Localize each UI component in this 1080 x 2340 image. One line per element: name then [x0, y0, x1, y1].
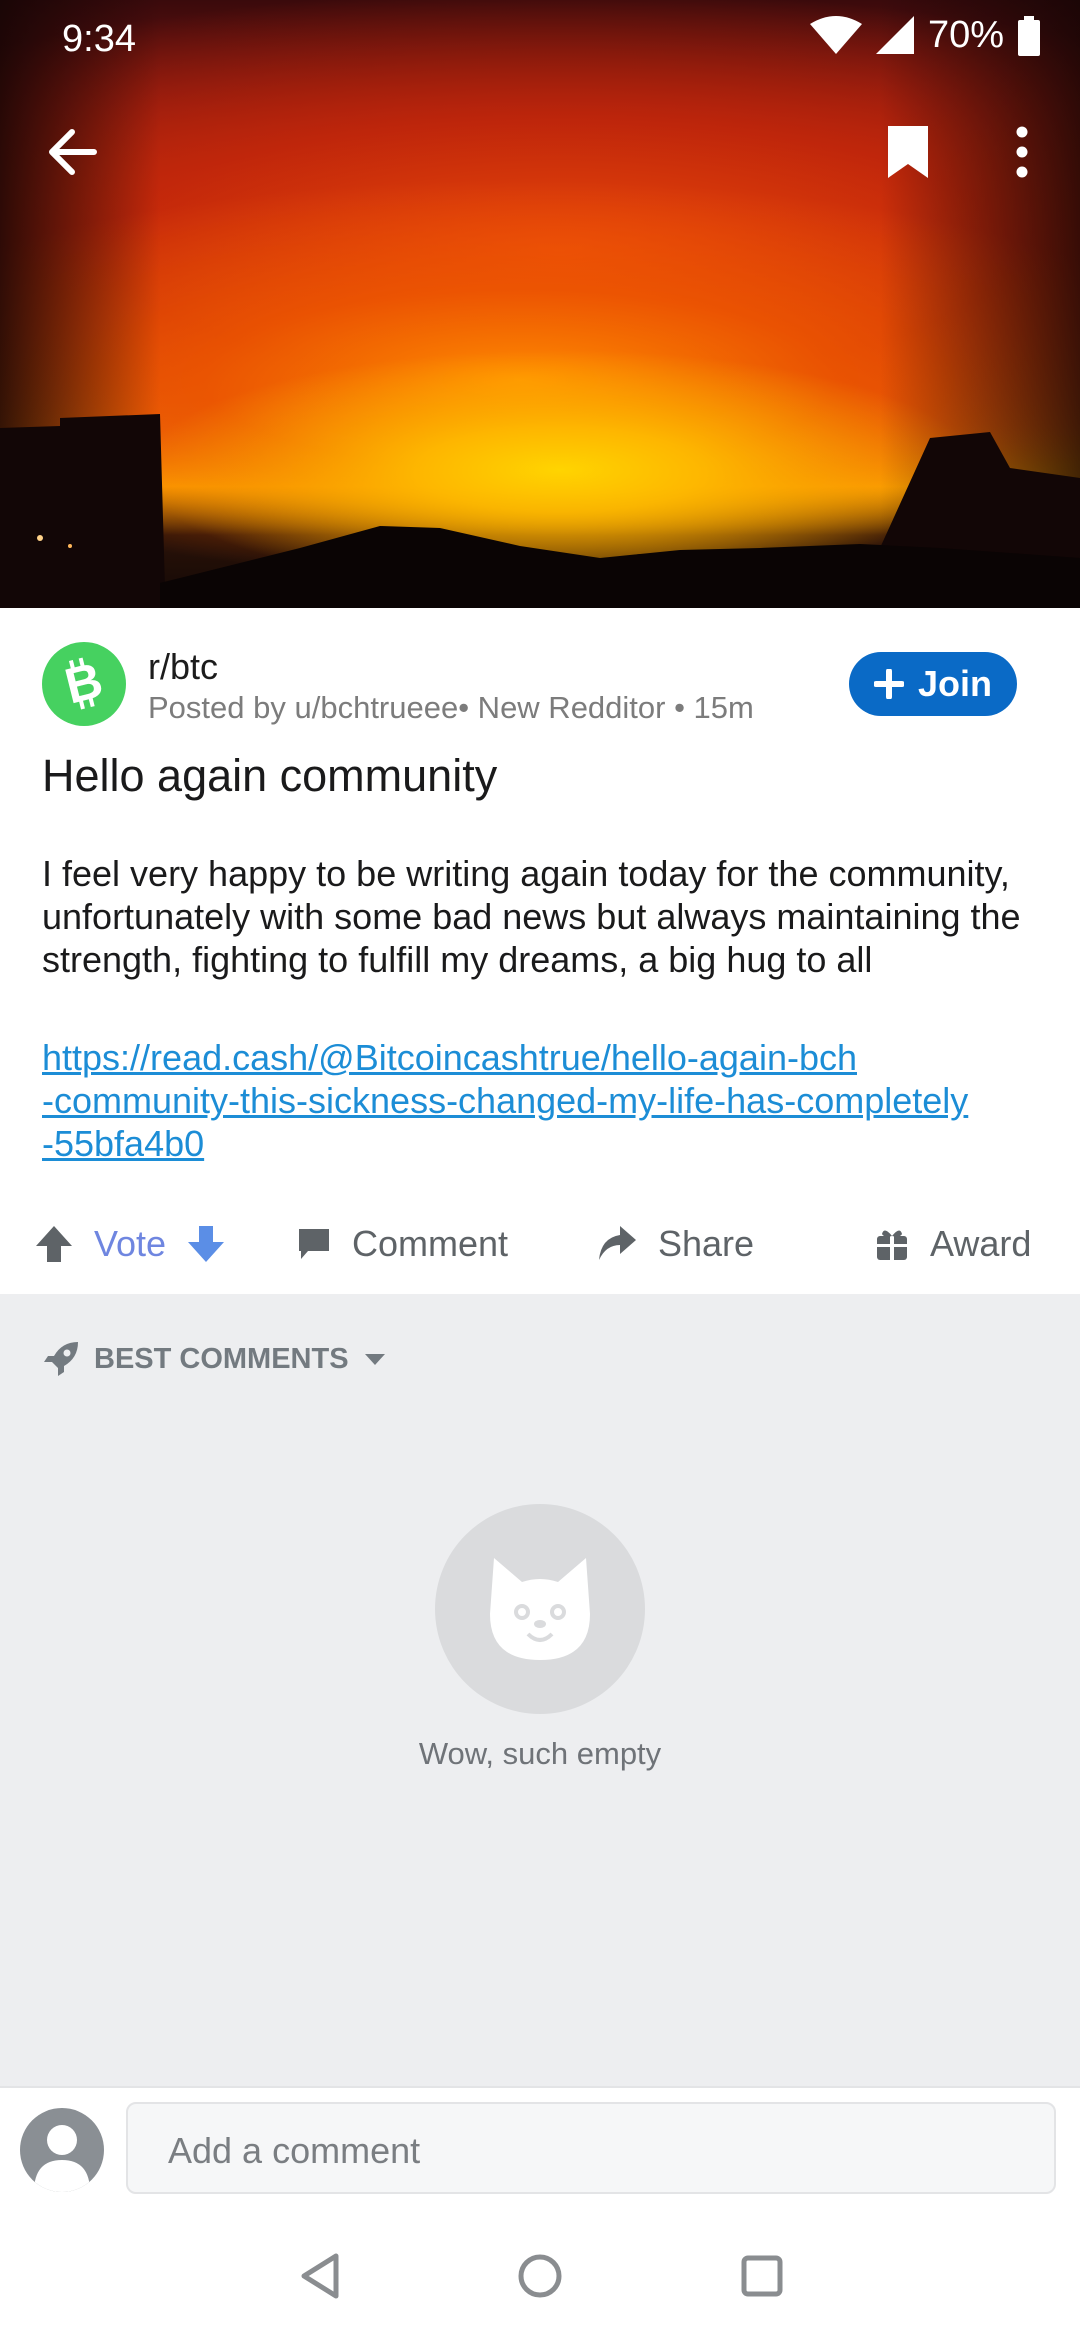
- post-body: I feel very happy to be writing again to…: [42, 853, 1021, 980]
- comments-section: BEST COMMENTS Wow, such empty: [0, 1294, 1080, 2086]
- join-button[interactable]: Join: [849, 652, 1017, 716]
- empty-state-text: Wow, such empty: [418, 1736, 662, 1771]
- cat-face-icon: [490, 1558, 590, 1660]
- comment-sort-label: BEST COMMENTS: [94, 1342, 349, 1375]
- award-label: Award: [930, 1223, 1032, 1264]
- share-label: Share: [658, 1223, 755, 1264]
- wifi-icon: [809, 15, 862, 54]
- comment-label: Comment: [352, 1223, 509, 1264]
- post-link-line[interactable]: -55bfa4b0: [42, 1122, 1052, 1165]
- share-icon: [599, 1226, 636, 1260]
- bitcoin-logo-icon: B: [59, 654, 108, 714]
- nav-back-button[interactable]: [280, 2236, 360, 2316]
- bookmark-icon: [888, 126, 928, 178]
- award-button[interactable]: Award: [874, 1196, 1031, 1292]
- more-options-button[interactable]: [982, 112, 1062, 192]
- user-silhouette-icon: [34, 2125, 90, 2192]
- system-nav-bar: [0, 2212, 1080, 2340]
- post-meta: Posted by u/bchtrueee• New Redditor • 15…: [148, 690, 754, 725]
- post-link[interactable]: https://read.cash/@Bitcoincashtrue/hello…: [42, 1036, 1052, 1165]
- nav-home-button[interactable]: [500, 2236, 580, 2316]
- vote-label: Vote: [94, 1223, 167, 1264]
- plus-icon: [873, 669, 904, 699]
- post-banner-image: [0, 0, 1080, 608]
- nav-back-icon: [301, 2253, 339, 2299]
- back-button[interactable]: [32, 112, 112, 192]
- nav-recents-button[interactable]: [722, 2236, 802, 2316]
- upvote-icon[interactable]: [34, 1224, 74, 1264]
- rocket-icon: [44, 1342, 78, 1376]
- join-label: Join: [917, 663, 992, 704]
- status-bar: 9:34 70%: [0, 0, 1080, 80]
- battery-icon: [1018, 15, 1040, 56]
- subreddit-name[interactable]: r/btc: [148, 646, 218, 688]
- downvote-icon[interactable]: [186, 1224, 226, 1264]
- nav-recents-icon: [741, 2255, 783, 2297]
- nav-home-icon: [518, 2254, 562, 2298]
- comment-icon: [299, 1229, 329, 1259]
- add-comment-input[interactable]: Add a comment: [126, 2102, 1056, 2194]
- back-arrow-icon: [49, 129, 97, 175]
- cell-signal-icon: [875, 15, 914, 54]
- vote-control: Vote: [34, 1196, 226, 1292]
- status-time: 9:34: [62, 18, 136, 60]
- battery-percent: 70%: [927, 14, 1004, 56]
- add-comment-bar: Add a comment: [0, 2086, 1080, 2212]
- skyline-silhouette: [0, 414, 1080, 608]
- share-button[interactable]: Share: [596, 1196, 754, 1292]
- user-avatar[interactable]: [20, 2108, 104, 2192]
- comment-button[interactable]: Comment: [296, 1196, 508, 1292]
- post-link-line[interactable]: -community-this-sickness-changed-my-life…: [42, 1079, 1052, 1122]
- post-action-bar: Vote Comment Share Award: [0, 1196, 1080, 1292]
- award-icon: [877, 1230, 907, 1260]
- subreddit-avatar[interactable]: B: [42, 642, 126, 726]
- more-vert-icon: [1016, 126, 1028, 178]
- empty-state-illustration: [435, 1504, 645, 1714]
- post-title: Hello again community: [42, 750, 498, 801]
- post-link-line[interactable]: https://read.cash/@Bitcoincashtrue/hello…: [42, 1036, 1052, 1079]
- caret-down-icon: [364, 1354, 385, 1365]
- save-post-button[interactable]: [868, 112, 948, 192]
- comment-sort-dropdown[interactable]: BEST COMMENTS: [42, 1340, 387, 1378]
